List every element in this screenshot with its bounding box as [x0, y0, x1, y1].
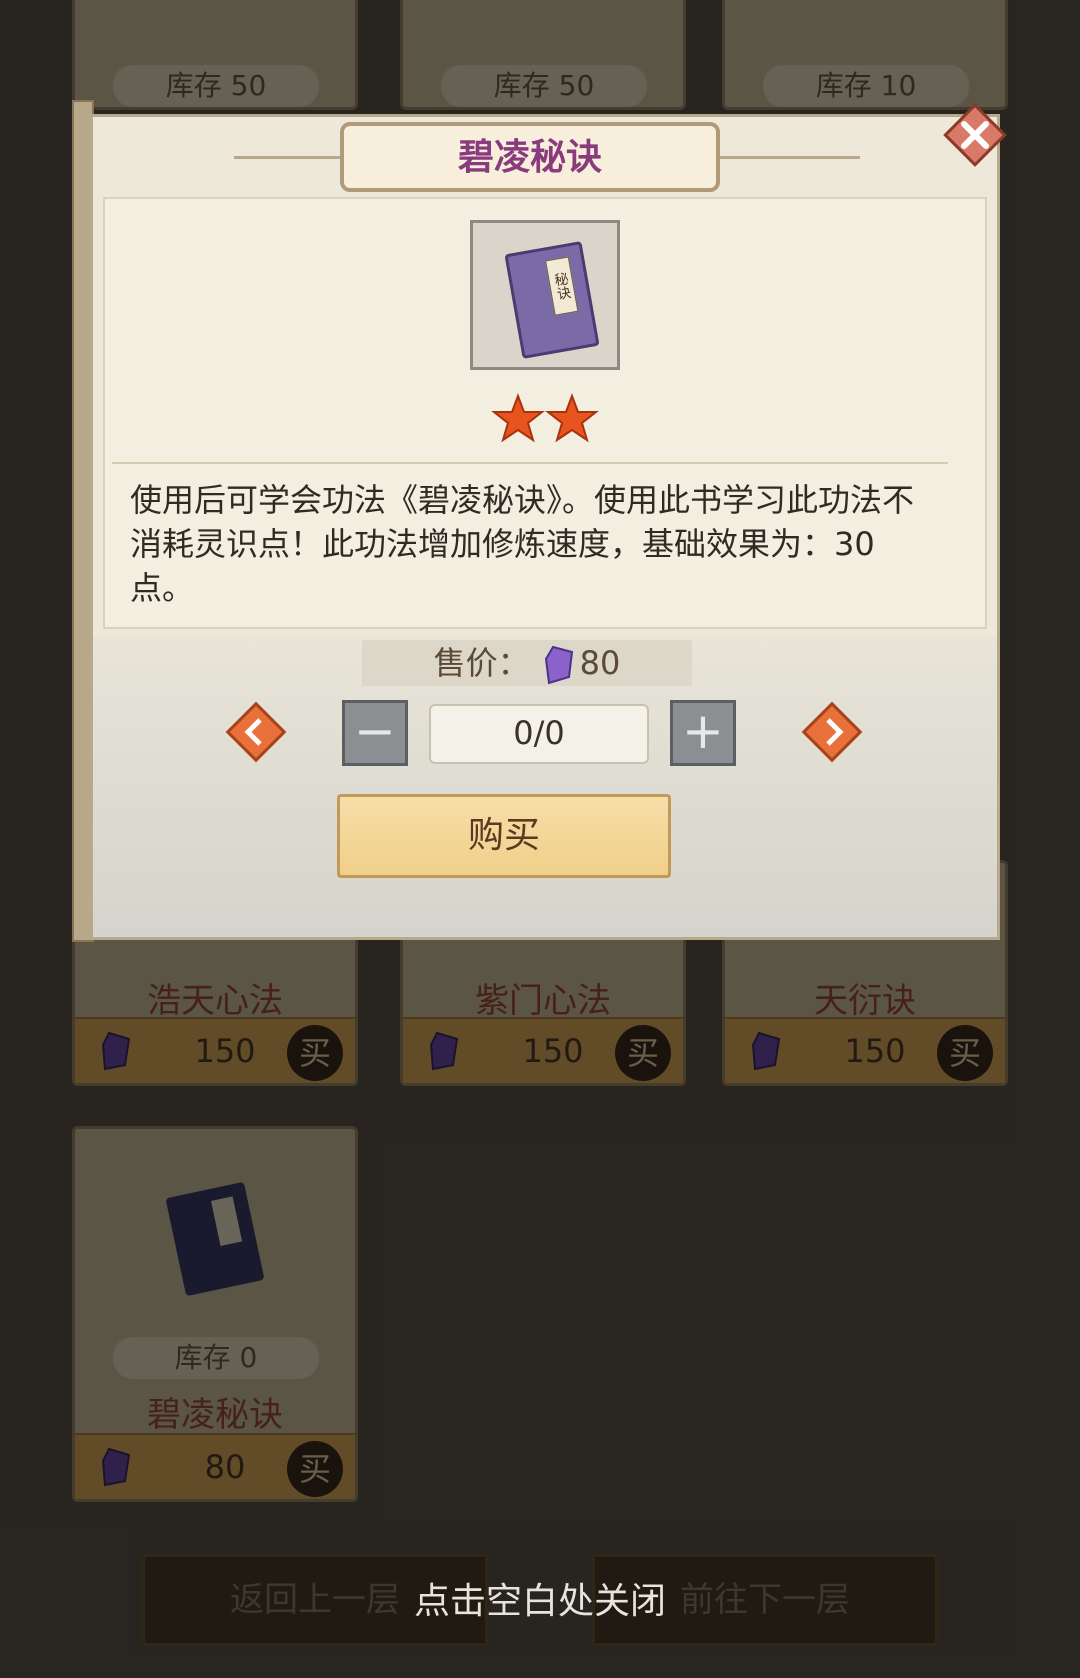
item-price: 150 [522, 1032, 584, 1070]
buy-button[interactable]: 买 [937, 1025, 993, 1081]
price-value: 80 [579, 644, 621, 682]
purple-gem-icon [101, 1031, 131, 1071]
item-price: 150 [194, 1032, 256, 1070]
buy-button[interactable]: 买 [287, 1025, 343, 1081]
star-icon [545, 393, 599, 443]
item-name: 碧凌秘诀 [147, 1395, 283, 1435]
buy-button[interactable]: 买 [615, 1025, 671, 1081]
price-label: 售价： [433, 644, 530, 682]
purple-gem-icon [544, 645, 573, 685]
price-row: 售价： 80 [362, 640, 692, 686]
stock-label: 库存 0 [113, 1337, 319, 1379]
shop-card[interactable]: 库存 50 [400, 0, 686, 110]
book-label: 秘诀 [545, 256, 579, 316]
title-divider [234, 156, 354, 159]
buy-button[interactable]: 购买 [337, 794, 671, 878]
buy-bar: 150 买 [403, 1017, 683, 1083]
star-rating [491, 393, 599, 443]
item-description: 使用后可学会功法《碧凌秘诀》。使用此书学习此功法不消耗灵识点！此功法增加修炼速度… [130, 481, 915, 607]
buy-bar: 150 买 [75, 1017, 355, 1083]
secret-book-icon [165, 1181, 265, 1297]
arrow-left-icon[interactable] [224, 700, 288, 764]
title-divider [710, 156, 860, 159]
item-name: 天衍诀 [814, 981, 916, 1021]
item-price: 150 [844, 1032, 906, 1070]
item-name: 浩天心法 [147, 981, 283, 1021]
quantity-field[interactable]: 0/0 [429, 704, 649, 764]
item-detail-dialog: 碧凌秘诀 秘诀 使用后可学会功法《碧凌秘诀》。使用此书学习此功法不消耗灵识点！此… [72, 100, 1007, 942]
description-divider [112, 462, 948, 464]
secret-book-icon: 秘诀 [504, 241, 600, 359]
purple-gem-icon [751, 1031, 781, 1071]
item-price: 80 [204, 1448, 246, 1486]
buy-bar: 80 买 [75, 1433, 355, 1499]
plus-button[interactable]: + [670, 700, 736, 766]
arrow-right-icon[interactable] [800, 700, 864, 764]
buy-bar: 150 买 [725, 1017, 1005, 1083]
item-icon-frame: 秘诀 [470, 220, 620, 370]
dialog-title: 碧凌秘诀 [340, 122, 720, 192]
item-name: 紫门心法 [475, 981, 611, 1021]
close-hint: 点击空白处关闭 [413, 1581, 666, 1622]
minus-button[interactable]: − [342, 700, 408, 766]
purple-gem-icon [429, 1031, 459, 1071]
buy-button[interactable]: 买 [287, 1441, 343, 1497]
purple-gem-icon [101, 1447, 131, 1487]
star-icon [491, 393, 545, 443]
shop-card[interactable]: 库存 10 [722, 0, 1008, 110]
shop-card[interactable]: 库存 50 [72, 0, 358, 110]
close-icon[interactable] [940, 100, 1010, 170]
shop-card[interactable]: 库存 0 碧凌秘诀 80 买 [72, 1126, 358, 1502]
